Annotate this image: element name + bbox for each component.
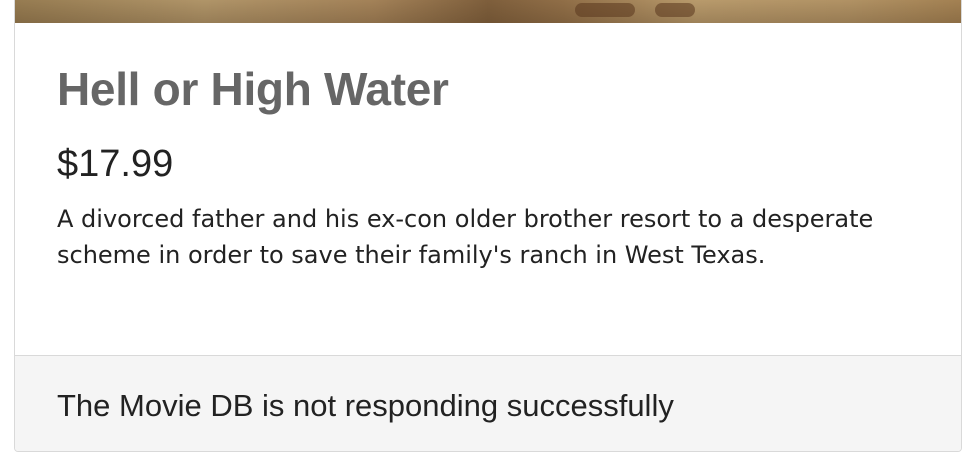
movie-description: A divorced father and his ex-con older b…	[57, 205, 874, 269]
movie-price: $17.99	[57, 143, 174, 185]
api-status-message: The Movie DB is not responding successfu…	[57, 388, 674, 423]
card-body: Hell or High Water $17.99 A divorced fat…	[15, 23, 961, 273]
movie-card: Hell or High Water $17.99 A divorced fat…	[14, 0, 962, 452]
movie-title: Hell or High Water	[57, 63, 449, 115]
card-footer: The Movie DB is not responding successfu…	[15, 355, 961, 451]
movie-poster-image	[15, 0, 961, 23]
